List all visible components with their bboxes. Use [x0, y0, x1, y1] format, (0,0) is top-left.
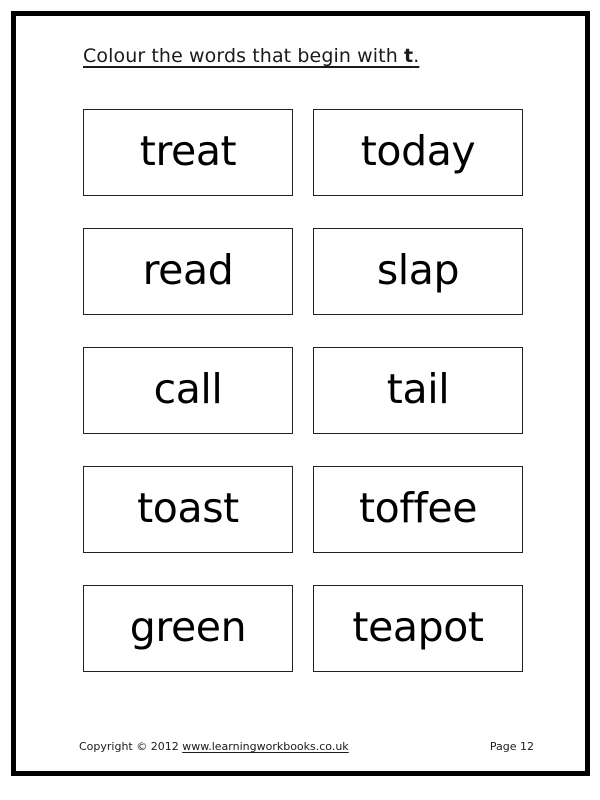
- word-card[interactable]: call: [83, 347, 293, 434]
- copyright-text: Copyright © 2012: [79, 740, 183, 753]
- instruction-prefix: Colour the words that begin with: [83, 45, 404, 67]
- instruction-target-letter: t: [404, 45, 414, 67]
- page-number: Page 12: [489, 740, 534, 753]
- word-card-row: green teapot: [83, 585, 523, 672]
- website-link[interactable]: www.learningworkbooks.co.uk: [182, 740, 348, 753]
- word-card-label: teapot: [352, 603, 484, 651]
- worksheet-page: Colour the words that begin with t. trea…: [11, 11, 590, 776]
- word-card-label: green: [129, 603, 247, 651]
- word-card[interactable]: today: [313, 109, 523, 196]
- word-card-label: today: [360, 127, 476, 175]
- word-card-label: slap: [376, 246, 460, 294]
- word-card-label: call: [153, 365, 223, 413]
- word-card[interactable]: tail: [313, 347, 523, 434]
- word-card-label: toast: [137, 484, 239, 532]
- word-card[interactable]: toast: [83, 466, 293, 553]
- word-card[interactable]: green: [83, 585, 293, 672]
- word-card-label: tail: [386, 365, 450, 413]
- word-card[interactable]: slap: [313, 228, 523, 315]
- instruction-suffix: .: [413, 45, 420, 67]
- word-card-row: toast toffee: [83, 466, 523, 553]
- word-card-row: call tail: [83, 347, 523, 434]
- copyright-notice: Copyright © 2012 www.learningworkbooks.c…: [79, 740, 349, 753]
- word-card[interactable]: treat: [83, 109, 293, 196]
- page-title: Colour the words that begin with t.: [83, 45, 419, 67]
- word-card-grid: treat today read slap call tail toast to…: [83, 109, 523, 672]
- word-card-label: treat: [139, 127, 237, 175]
- word-card[interactable]: toffee: [313, 466, 523, 553]
- word-card[interactable]: read: [83, 228, 293, 315]
- page-footer: Copyright © 2012 www.learningworkbooks.c…: [79, 740, 534, 753]
- word-card-row: treat today: [83, 109, 523, 196]
- word-card-label: read: [142, 246, 234, 294]
- word-card-row: read slap: [83, 228, 523, 315]
- word-card[interactable]: teapot: [313, 585, 523, 672]
- word-card-label: toffee: [358, 484, 478, 532]
